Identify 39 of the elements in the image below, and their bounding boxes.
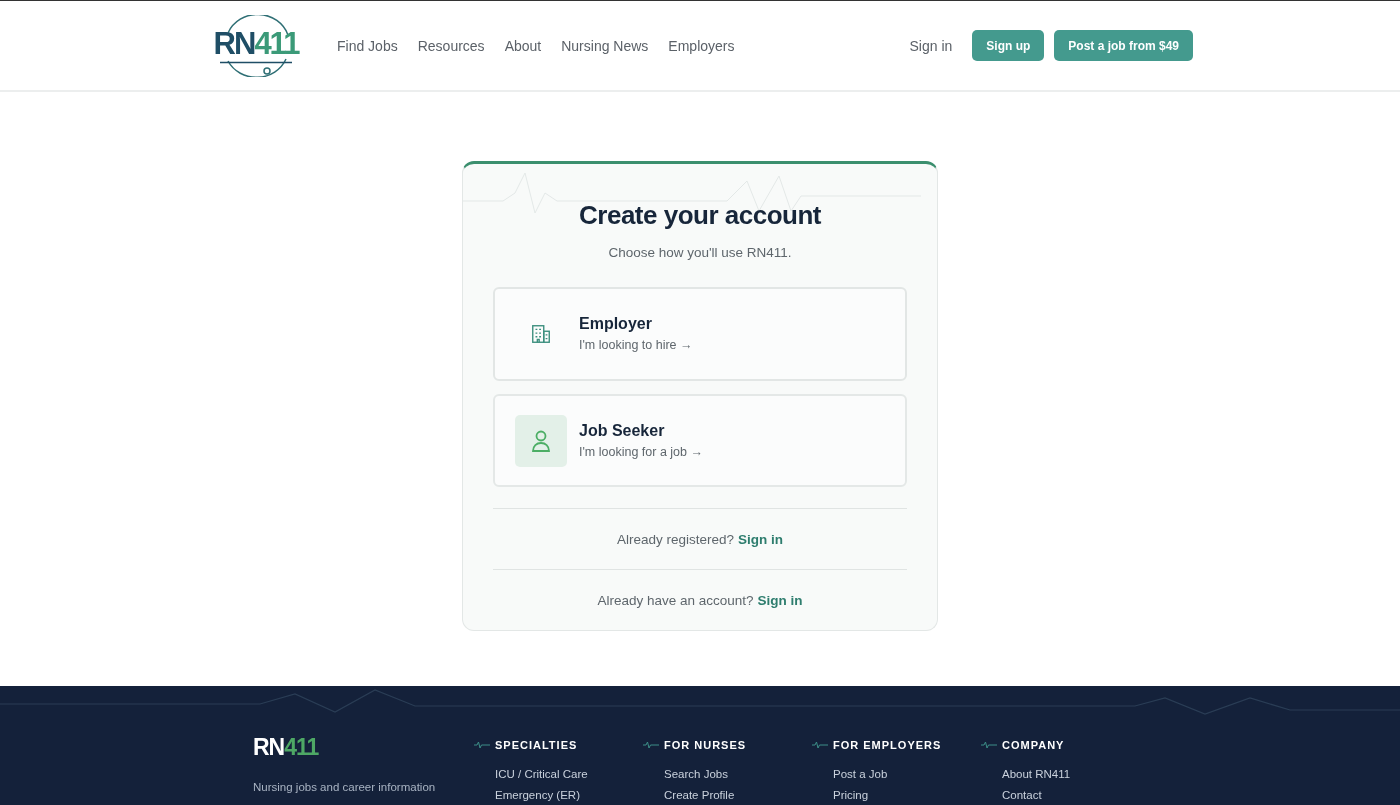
footer-description: Nursing jobs and career information — [253, 780, 437, 795]
footer-heading: FOR EMPLOYERS — [833, 739, 942, 751]
footer-link[interactable]: Contact — [1002, 789, 1171, 801]
nav-link[interactable]: Resources — [417, 37, 485, 54]
footer-link[interactable]: Pricing — [833, 789, 1002, 801]
option-description: I'm looking for a job → — [579, 445, 703, 460]
footer-heading: SPECIALTIES — [495, 739, 578, 751]
card-subtitle: Choose how you'll use RN411. — [608, 245, 792, 260]
footer-heading: FOR NURSES — [664, 739, 747, 751]
option-description: I'm looking to hire → — [579, 338, 693, 353]
pulse-icon — [981, 741, 997, 749]
pulse-icon — [812, 741, 828, 749]
card-title: Create your account — [579, 200, 821, 231]
pulse-icon — [643, 741, 659, 749]
footer-logo[interactable]: RN411 — [253, 734, 495, 761]
sign-in-link[interactable]: Sign in — [738, 531, 784, 547]
footer-link[interactable]: Post a Job — [833, 768, 1002, 780]
pulse-icon — [474, 741, 490, 749]
account-type-option[interactable]: Employer I'm looking to hire → — [493, 287, 907, 381]
footer-link[interactable]: Emergency (ER) — [495, 789, 664, 801]
nav-link[interactable]: Employers — [668, 37, 735, 54]
footer-link[interactable]: Search Jobs — [664, 768, 833, 780]
prompt-text: Already registered? — [616, 531, 735, 547]
option-title: Employer — [579, 315, 653, 334]
footer-link[interactable]: Create Profile — [664, 789, 833, 801]
footer-link[interactable]: About RN411 — [1002, 768, 1171, 780]
footer-heading: COMPANY — [1002, 739, 1065, 751]
person-icon — [530, 428, 552, 453]
prompt-text: Already have an account? — [597, 592, 754, 608]
nav-link[interactable]: Find Jobs — [337, 37, 398, 54]
sign-in-link[interactable]: Sign in — [757, 592, 803, 608]
nav-link[interactable]: Nursing News — [561, 37, 649, 54]
building-icon — [530, 322, 552, 345]
nav-link[interactable]: About — [504, 37, 542, 54]
option-title: Job Seeker — [579, 422, 666, 441]
account-type-option[interactable]: Job Seeker I'm looking for a job → — [493, 393, 907, 488]
logo[interactable]: RN411 — [212, 14, 300, 77]
footer-link[interactable]: ICU / Critical Care — [495, 768, 664, 780]
sign-in-link[interactable]: Sign in — [909, 37, 953, 54]
